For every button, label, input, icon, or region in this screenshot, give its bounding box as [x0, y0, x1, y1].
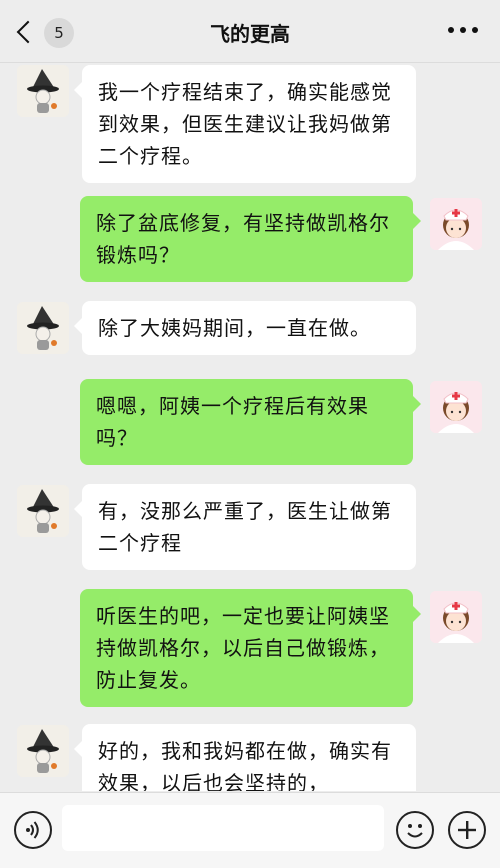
contact-avatar[interactable] [17, 65, 69, 117]
message-list[interactable]: 我一个疗程结束了，确实能感觉到效果，但医生建议让我妈做第二个疗程。 除了盆底修复… [0, 63, 500, 791]
top-bar: 5 飞的更高 [0, 0, 500, 63]
message-bubble-outgoing[interactable]: 嗯嗯，阿姨一个疗程后有效果吗？ [80, 379, 421, 465]
witch-hat-avatar-icon [17, 485, 69, 537]
my-avatar[interactable] [430, 381, 482, 433]
more-dots-icon[interactable] [448, 27, 454, 33]
nurse-avatar-icon [430, 381, 482, 433]
plus-icon[interactable] [450, 813, 484, 847]
plus-button[interactable] [448, 811, 486, 849]
more-dot[interactable] [472, 27, 478, 33]
input-bar [0, 792, 500, 868]
message-bubble-outgoing[interactable]: 除了盆底修复，有坚持做凯格尔锻炼吗？ [80, 196, 421, 282]
contact-avatar[interactable] [17, 725, 69, 777]
emoji-button[interactable] [396, 811, 434, 849]
chat-title: 飞的更高 [210, 22, 290, 46]
witch-hat-avatar-icon [17, 725, 69, 777]
nurse-avatar-icon [430, 591, 482, 643]
message-input[interactable] [62, 805, 384, 851]
voice-button[interactable] [14, 811, 52, 849]
my-avatar[interactable] [430, 591, 482, 643]
contact-avatar[interactable] [17, 485, 69, 537]
witch-hat-avatar-icon [17, 302, 69, 354]
message-bubble-incoming[interactable]: 好的，我和我妈都在做，确实有效果，以后也会坚持的， [74, 724, 416, 791]
emoji-icon[interactable] [398, 813, 432, 847]
my-avatar[interactable] [430, 198, 482, 250]
contact-avatar[interactable] [17, 302, 69, 354]
message-bubble-incoming[interactable]: 有，没那么严重了，医生让做第二个疗程 [74, 484, 416, 570]
more-dot[interactable] [460, 27, 466, 33]
witch-hat-avatar-icon [17, 65, 69, 117]
more-options-button[interactable] [448, 27, 478, 35]
message-bubble-outgoing[interactable]: 听医生的吧，一定也要让阿姨坚持做凯格尔，以后自己做锻炼，防止复发。 [80, 589, 421, 707]
message-bubble-incoming[interactable]: 我一个疗程结束了，确实能感觉到效果，但医生建议让我妈做第二个疗程。 [74, 65, 416, 183]
voice-icon[interactable] [16, 813, 50, 847]
message-bubble-incoming[interactable]: 除了大姨妈期间，一直在做。 [74, 301, 416, 355]
nurse-avatar-icon [430, 198, 482, 250]
